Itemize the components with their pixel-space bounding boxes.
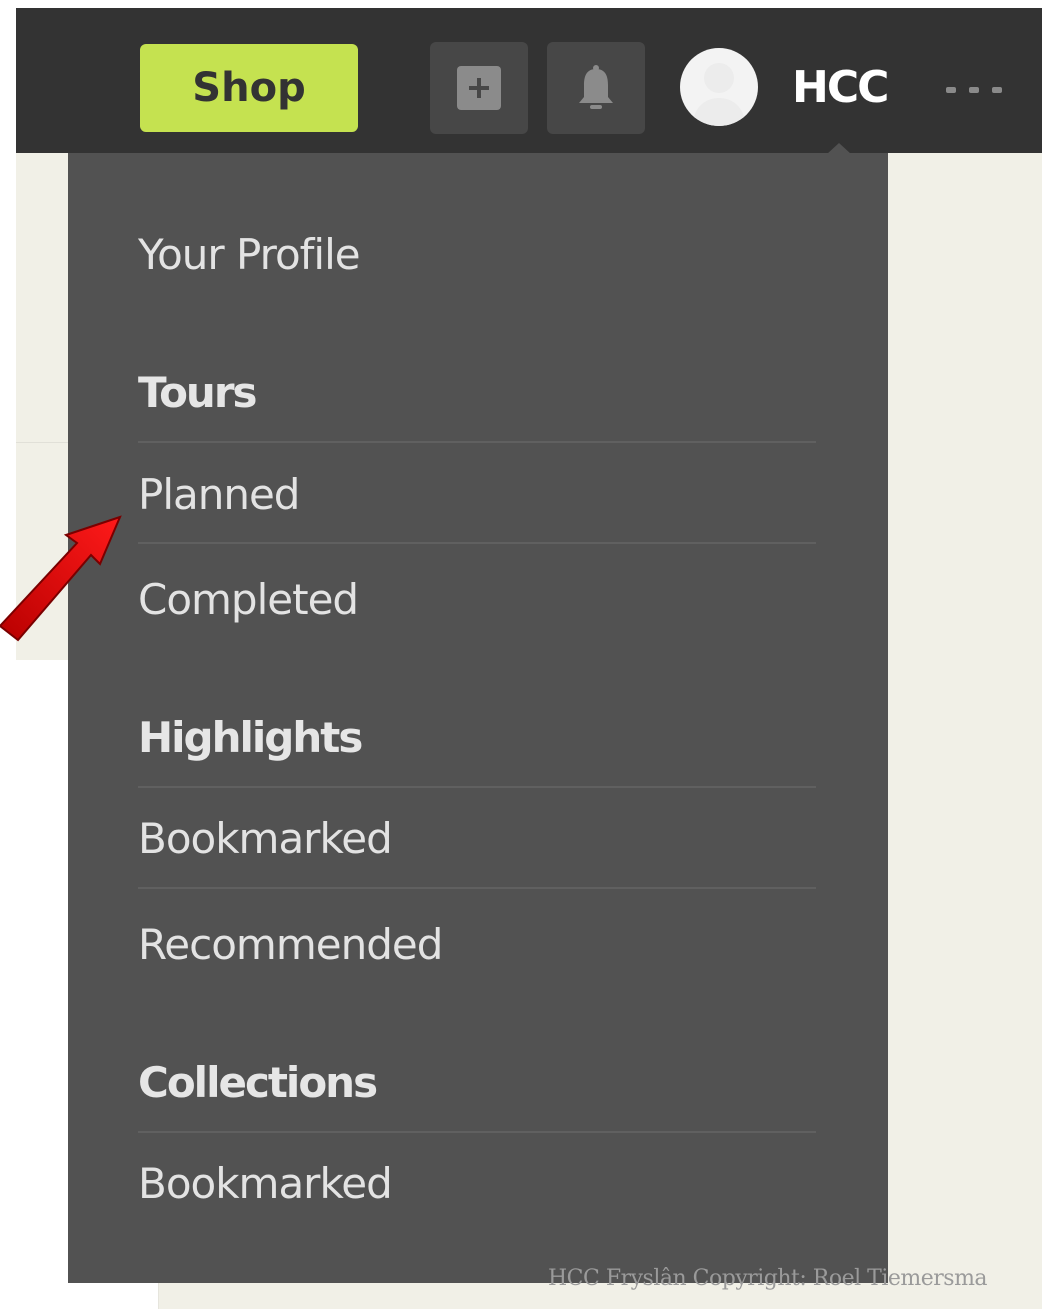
menu-heading-tours: Tours xyxy=(138,368,258,417)
plus-square-icon xyxy=(457,66,501,110)
copyright-watermark: HCC Fryslân Copyright: Roel Tiemersma xyxy=(548,1266,988,1291)
menu-item-highlights-recommended[interactable]: Recommended xyxy=(138,920,443,969)
menu-item-tours-completed[interactable]: Completed xyxy=(138,575,359,624)
menu-heading-collections: Collections xyxy=(138,1058,378,1107)
ellipsis-icon xyxy=(946,87,956,93)
username-label[interactable]: HCC xyxy=(792,60,889,116)
notifications-button[interactable] xyxy=(547,42,645,134)
menu-item-highlights-bookmarked[interactable]: Bookmarked xyxy=(138,814,393,863)
more-options-button[interactable] xyxy=(946,78,1002,102)
menu-item-tours-planned[interactable]: Planned xyxy=(138,470,300,519)
menu-separator xyxy=(138,441,816,443)
window-top-edge xyxy=(0,0,1050,8)
menu-heading-highlights: Highlights xyxy=(138,713,363,762)
menu-separator xyxy=(138,542,816,544)
menu-separator xyxy=(138,1131,816,1133)
menu-item-your-profile[interactable]: Your Profile xyxy=(138,230,361,279)
shop-button[interactable]: Shop xyxy=(140,44,358,132)
menu-separator xyxy=(138,887,816,889)
bell-icon xyxy=(579,65,613,109)
red-pointer-arrow xyxy=(0,515,122,642)
add-button[interactable] xyxy=(430,42,528,134)
menu-separator xyxy=(138,786,816,788)
menu-item-collections-bookmarked[interactable]: Bookmarked xyxy=(138,1159,393,1208)
content-divider xyxy=(16,442,68,443)
user-avatar[interactable] xyxy=(680,48,758,126)
person-silhouette-icon xyxy=(692,63,746,126)
